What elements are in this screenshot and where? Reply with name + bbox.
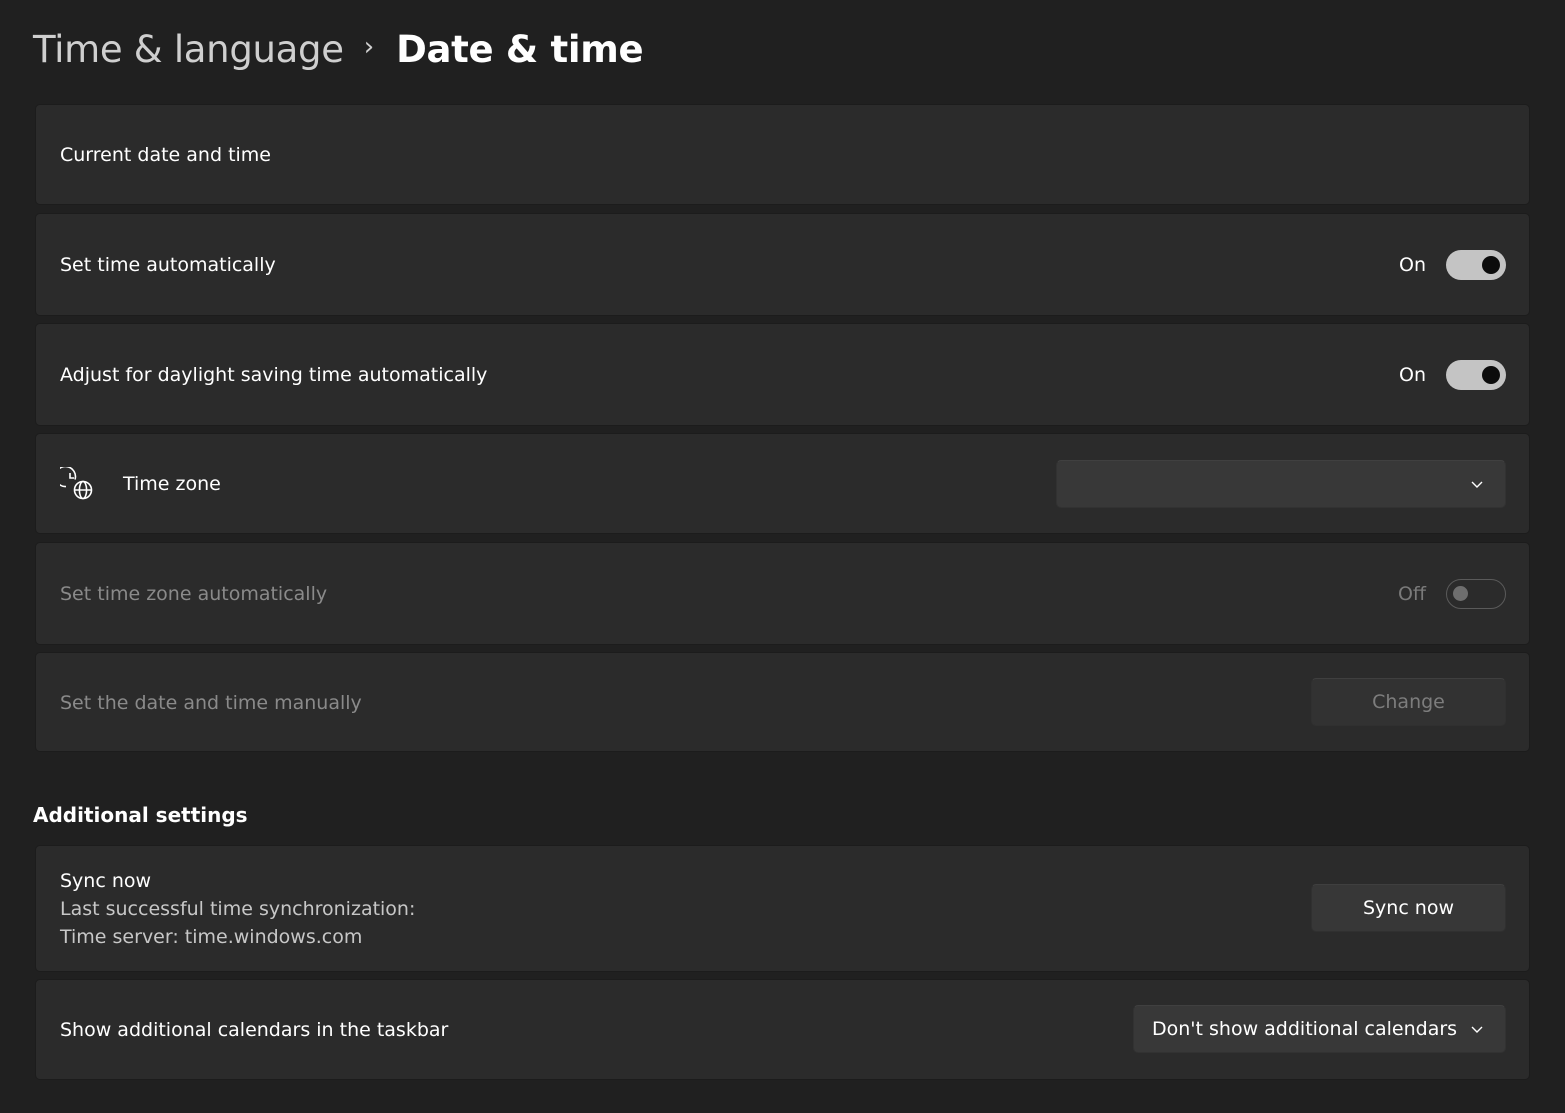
set-date-time-manually-label: Set the date and time manually — [60, 692, 362, 714]
time-zone-label: Time zone — [123, 473, 221, 495]
additional-calendars-value: Don't show additional calendars — [1152, 1018, 1458, 1040]
toggle-knob — [1453, 586, 1468, 601]
set-time-automatically-state: On — [1399, 254, 1426, 276]
additional-calendars-label: Show additional calendars in the taskbar — [60, 1019, 449, 1041]
last-sync-text: Last successful time synchronization: — [60, 898, 416, 920]
breadcrumb-parent-link[interactable]: Time & language — [33, 28, 344, 71]
time-server-text: Time server: time.windows.com — [60, 926, 363, 948]
set-time-zone-automatically-state: Off — [1397, 583, 1426, 605]
set-date-time-manually-card: Set the date and time manually Change — [35, 652, 1530, 752]
daylight-saving-state: On — [1399, 364, 1426, 386]
settings-page: Time & language › Date & time Current da… — [0, 0, 1565, 1113]
daylight-saving-label: Adjust for daylight saving time automati… — [60, 364, 488, 386]
daylight-saving-toggle-group: On — [1399, 360, 1506, 390]
chevron-down-icon — [1471, 1026, 1483, 1033]
additional-calendars-dropdown[interactable]: Don't show additional calendars — [1133, 1005, 1506, 1053]
set-time-zone-automatically-toggle[interactable] — [1446, 579, 1506, 609]
current-date-time-label: Current date and time — [60, 144, 271, 166]
sync-now-label: Sync now — [60, 870, 152, 892]
set-time-zone-automatically-label: Set time zone automatically — [60, 583, 328, 605]
toggle-knob — [1482, 256, 1500, 274]
daylight-saving-card: Adjust for daylight saving time automati… — [35, 323, 1530, 426]
breadcrumb: Time & language › Date & time — [33, 24, 644, 74]
set-time-automatically-toggle-group: On — [1399, 250, 1506, 280]
set-time-automatically-toggle[interactable] — [1446, 250, 1506, 280]
page-title: Date & time — [396, 27, 644, 71]
daylight-saving-toggle[interactable] — [1446, 360, 1506, 390]
section-title-additional-settings: Additional settings — [33, 803, 248, 827]
time-zone-card: Time zone — [35, 433, 1530, 534]
set-time-automatically-card: Set time automatically On — [35, 213, 1530, 316]
chevron-right-icon: › — [363, 32, 375, 62]
current-date-time-card: Current date and time — [35, 104, 1530, 205]
clock-globe-icon — [60, 467, 93, 500]
set-time-zone-automatically-toggle-group: Off — [1398, 579, 1506, 609]
chevron-down-icon — [1471, 481, 1483, 488]
time-zone-dropdown[interactable] — [1056, 460, 1506, 508]
toggle-knob — [1482, 366, 1500, 384]
sync-now-card: Sync now Last successful time synchroniz… — [35, 845, 1530, 972]
set-time-zone-automatically-card: Set time zone automatically Off — [35, 542, 1530, 645]
set-time-automatically-label: Set time automatically — [60, 254, 276, 276]
additional-calendars-card: Show additional calendars in the taskbar… — [35, 979, 1530, 1080]
change-button[interactable]: Change — [1311, 678, 1506, 726]
sync-now-button[interactable]: Sync now — [1311, 884, 1506, 932]
